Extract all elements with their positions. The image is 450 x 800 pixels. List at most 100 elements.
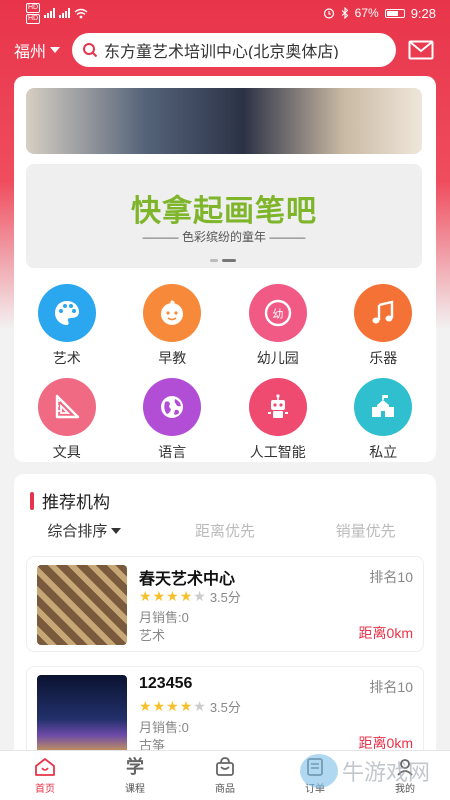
study-icon: 学 xyxy=(126,756,144,777)
category-label: 艺术 xyxy=(52,350,81,366)
category-label: 语言 xyxy=(158,444,187,460)
caret-down-icon xyxy=(50,47,61,53)
category-art[interactable]: 艺术 xyxy=(14,284,120,368)
org-category: 艺术 xyxy=(139,628,166,643)
nav-label: 课程 xyxy=(125,783,145,795)
kindergarten-badge-icon: 幼 xyxy=(248,284,307,342)
search-input[interactable] xyxy=(104,41,386,59)
category-grid: 艺术 早教 幼 幼儿园 乐器 文具 语言 人工智能 私立 xyxy=(14,284,436,462)
category-private[interactable]: 私立 xyxy=(331,378,437,462)
search-icon xyxy=(83,43,98,58)
category-instrument[interactable]: 乐器 xyxy=(331,284,437,368)
star-empty-icon: ★ xyxy=(193,698,206,714)
robot-icon xyxy=(248,378,307,436)
banner-title: 快拿起画笔吧 xyxy=(131,195,317,228)
banner-subtitle: ——— 色彩缤纷的童年 ——— xyxy=(142,230,306,244)
org-distance: 距离0km xyxy=(358,735,413,750)
signal-icon xyxy=(44,8,56,18)
music-note-icon xyxy=(354,284,413,342)
star-icon: ★ xyxy=(166,588,179,604)
recommend-section: 推荐机构 综合排序 距离优先 销量优先 春天艺术中心 排名10 ★ ★ ★ ★ … xyxy=(14,474,436,750)
star-empty-icon: ★ xyxy=(193,588,206,604)
bluetooth-icon xyxy=(341,7,348,19)
category-label: 早教 xyxy=(158,350,187,366)
star-icon: ★ xyxy=(166,698,179,714)
rating-stars: ★ ★ ★ ★ ★ 3.5分 xyxy=(139,587,241,606)
org-score: 3.5分 xyxy=(209,590,241,605)
carousel-indicator xyxy=(210,259,236,262)
category-stationery[interactable]: 文具 xyxy=(14,378,120,462)
org-sales: 月销售:0 xyxy=(139,610,189,625)
org-card[interactable]: 123456 排名10 ★ ★ ★ ★ ★ 3.5分 月销售:0 古筝 距离0k… xyxy=(26,666,424,750)
battery-icon xyxy=(384,8,405,18)
rating-stars: ★ ★ ★ ★ ★ 3.5分 xyxy=(139,697,241,716)
watermark: 牛游戏网 xyxy=(300,754,430,788)
signal-icon xyxy=(59,8,71,18)
status-bar: HD HD 67% 9:28 xyxy=(0,0,450,26)
org-rank: 排名10 xyxy=(369,679,413,695)
org-card[interactable]: 春天艺术中心 排名10 ★ ★ ★ ★ ★ 3.5分 月销售:0 艺术 距离0k… xyxy=(26,556,424,652)
ruler-triangle-icon xyxy=(37,378,96,436)
svg-text:幼: 幼 xyxy=(272,308,283,321)
sort-tab-sales[interactable]: 销量优先 xyxy=(295,520,436,541)
message-button[interactable] xyxy=(406,35,436,65)
sort-tab-label: 销量优先 xyxy=(335,523,396,540)
watermark-text: 牛游戏网 xyxy=(342,760,431,785)
home-main-card: 快拿起画笔吧 ——— 色彩缤纷的童年 ——— 艺术 早教 幼 幼儿园 乐器 文具… xyxy=(14,76,436,462)
shopping-bag-icon xyxy=(216,756,234,776)
home-icon xyxy=(35,757,55,776)
star-icon: ★ xyxy=(152,698,166,714)
category-early-education[interactable]: 早教 xyxy=(120,284,226,368)
nav-home[interactable]: 首页 xyxy=(0,751,90,800)
org-distance: 距离0km xyxy=(358,625,413,641)
wifi-icon xyxy=(74,8,88,18)
section-title-text: 推荐机构 xyxy=(42,493,110,512)
category-label: 幼儿园 xyxy=(256,350,299,366)
baby-face-icon xyxy=(143,284,202,342)
sort-tab-label: 距离优先 xyxy=(195,523,256,540)
caret-down-icon xyxy=(111,527,122,534)
sort-tab-comprehensive[interactable]: 综合排序 xyxy=(14,520,155,541)
globe-icon xyxy=(143,378,202,436)
banner-photo-children[interactable] xyxy=(26,88,422,154)
category-label: 乐器 xyxy=(369,350,398,366)
star-icon: ★ xyxy=(179,588,193,604)
nav-label: 商品 xyxy=(215,783,235,795)
sort-tab-label: 综合排序 xyxy=(47,523,108,540)
category-ai[interactable]: 人工智能 xyxy=(225,378,331,462)
star-icon: ★ xyxy=(139,588,152,604)
mail-icon xyxy=(408,40,434,60)
nav-label: 首页 xyxy=(35,783,55,795)
top-header: 福州 xyxy=(0,32,450,68)
category-language[interactable]: 语言 xyxy=(120,378,226,462)
star-icon: ★ xyxy=(139,698,152,714)
title-accent-bar xyxy=(30,491,34,510)
search-bar[interactable] xyxy=(72,33,396,67)
section-title: 推荐机构 xyxy=(30,488,110,513)
city-label: 福州 xyxy=(14,44,47,61)
star-icon: ★ xyxy=(152,588,166,604)
alarm-icon xyxy=(323,8,334,19)
watermark-logo-icon xyxy=(300,754,338,788)
category-kindergarten[interactable]: 幼 幼儿园 xyxy=(225,284,331,368)
sort-tab-distance[interactable]: 距离优先 xyxy=(155,520,296,541)
star-icon: ★ xyxy=(179,698,193,714)
category-label: 文具 xyxy=(52,444,81,460)
banner-painting[interactable]: 快拿起画笔吧 ——— 色彩缤纷的童年 ——— xyxy=(26,164,422,268)
hd-badge: HD xyxy=(26,2,41,13)
org-score: 3.5分 xyxy=(209,700,241,715)
city-selector[interactable]: 福州 xyxy=(14,38,72,62)
nav-course[interactable]: 学 课程 xyxy=(90,751,180,800)
org-thumbnail xyxy=(37,675,127,750)
hd-badge: HD xyxy=(26,13,41,24)
org-rank: 排名10 xyxy=(369,569,413,585)
org-thumbnail xyxy=(37,565,127,645)
org-name: 春天艺术中心 xyxy=(139,571,236,588)
org-name: 123456 xyxy=(139,675,193,692)
battery-percent: 67% xyxy=(354,6,379,20)
nav-goods[interactable]: 商品 xyxy=(180,751,270,800)
sort-tabs: 综合排序 距离优先 销量优先 xyxy=(14,520,436,541)
org-category: 古筝 xyxy=(139,738,166,750)
category-label: 私立 xyxy=(369,444,398,460)
org-sales: 月销售:0 xyxy=(139,720,189,735)
